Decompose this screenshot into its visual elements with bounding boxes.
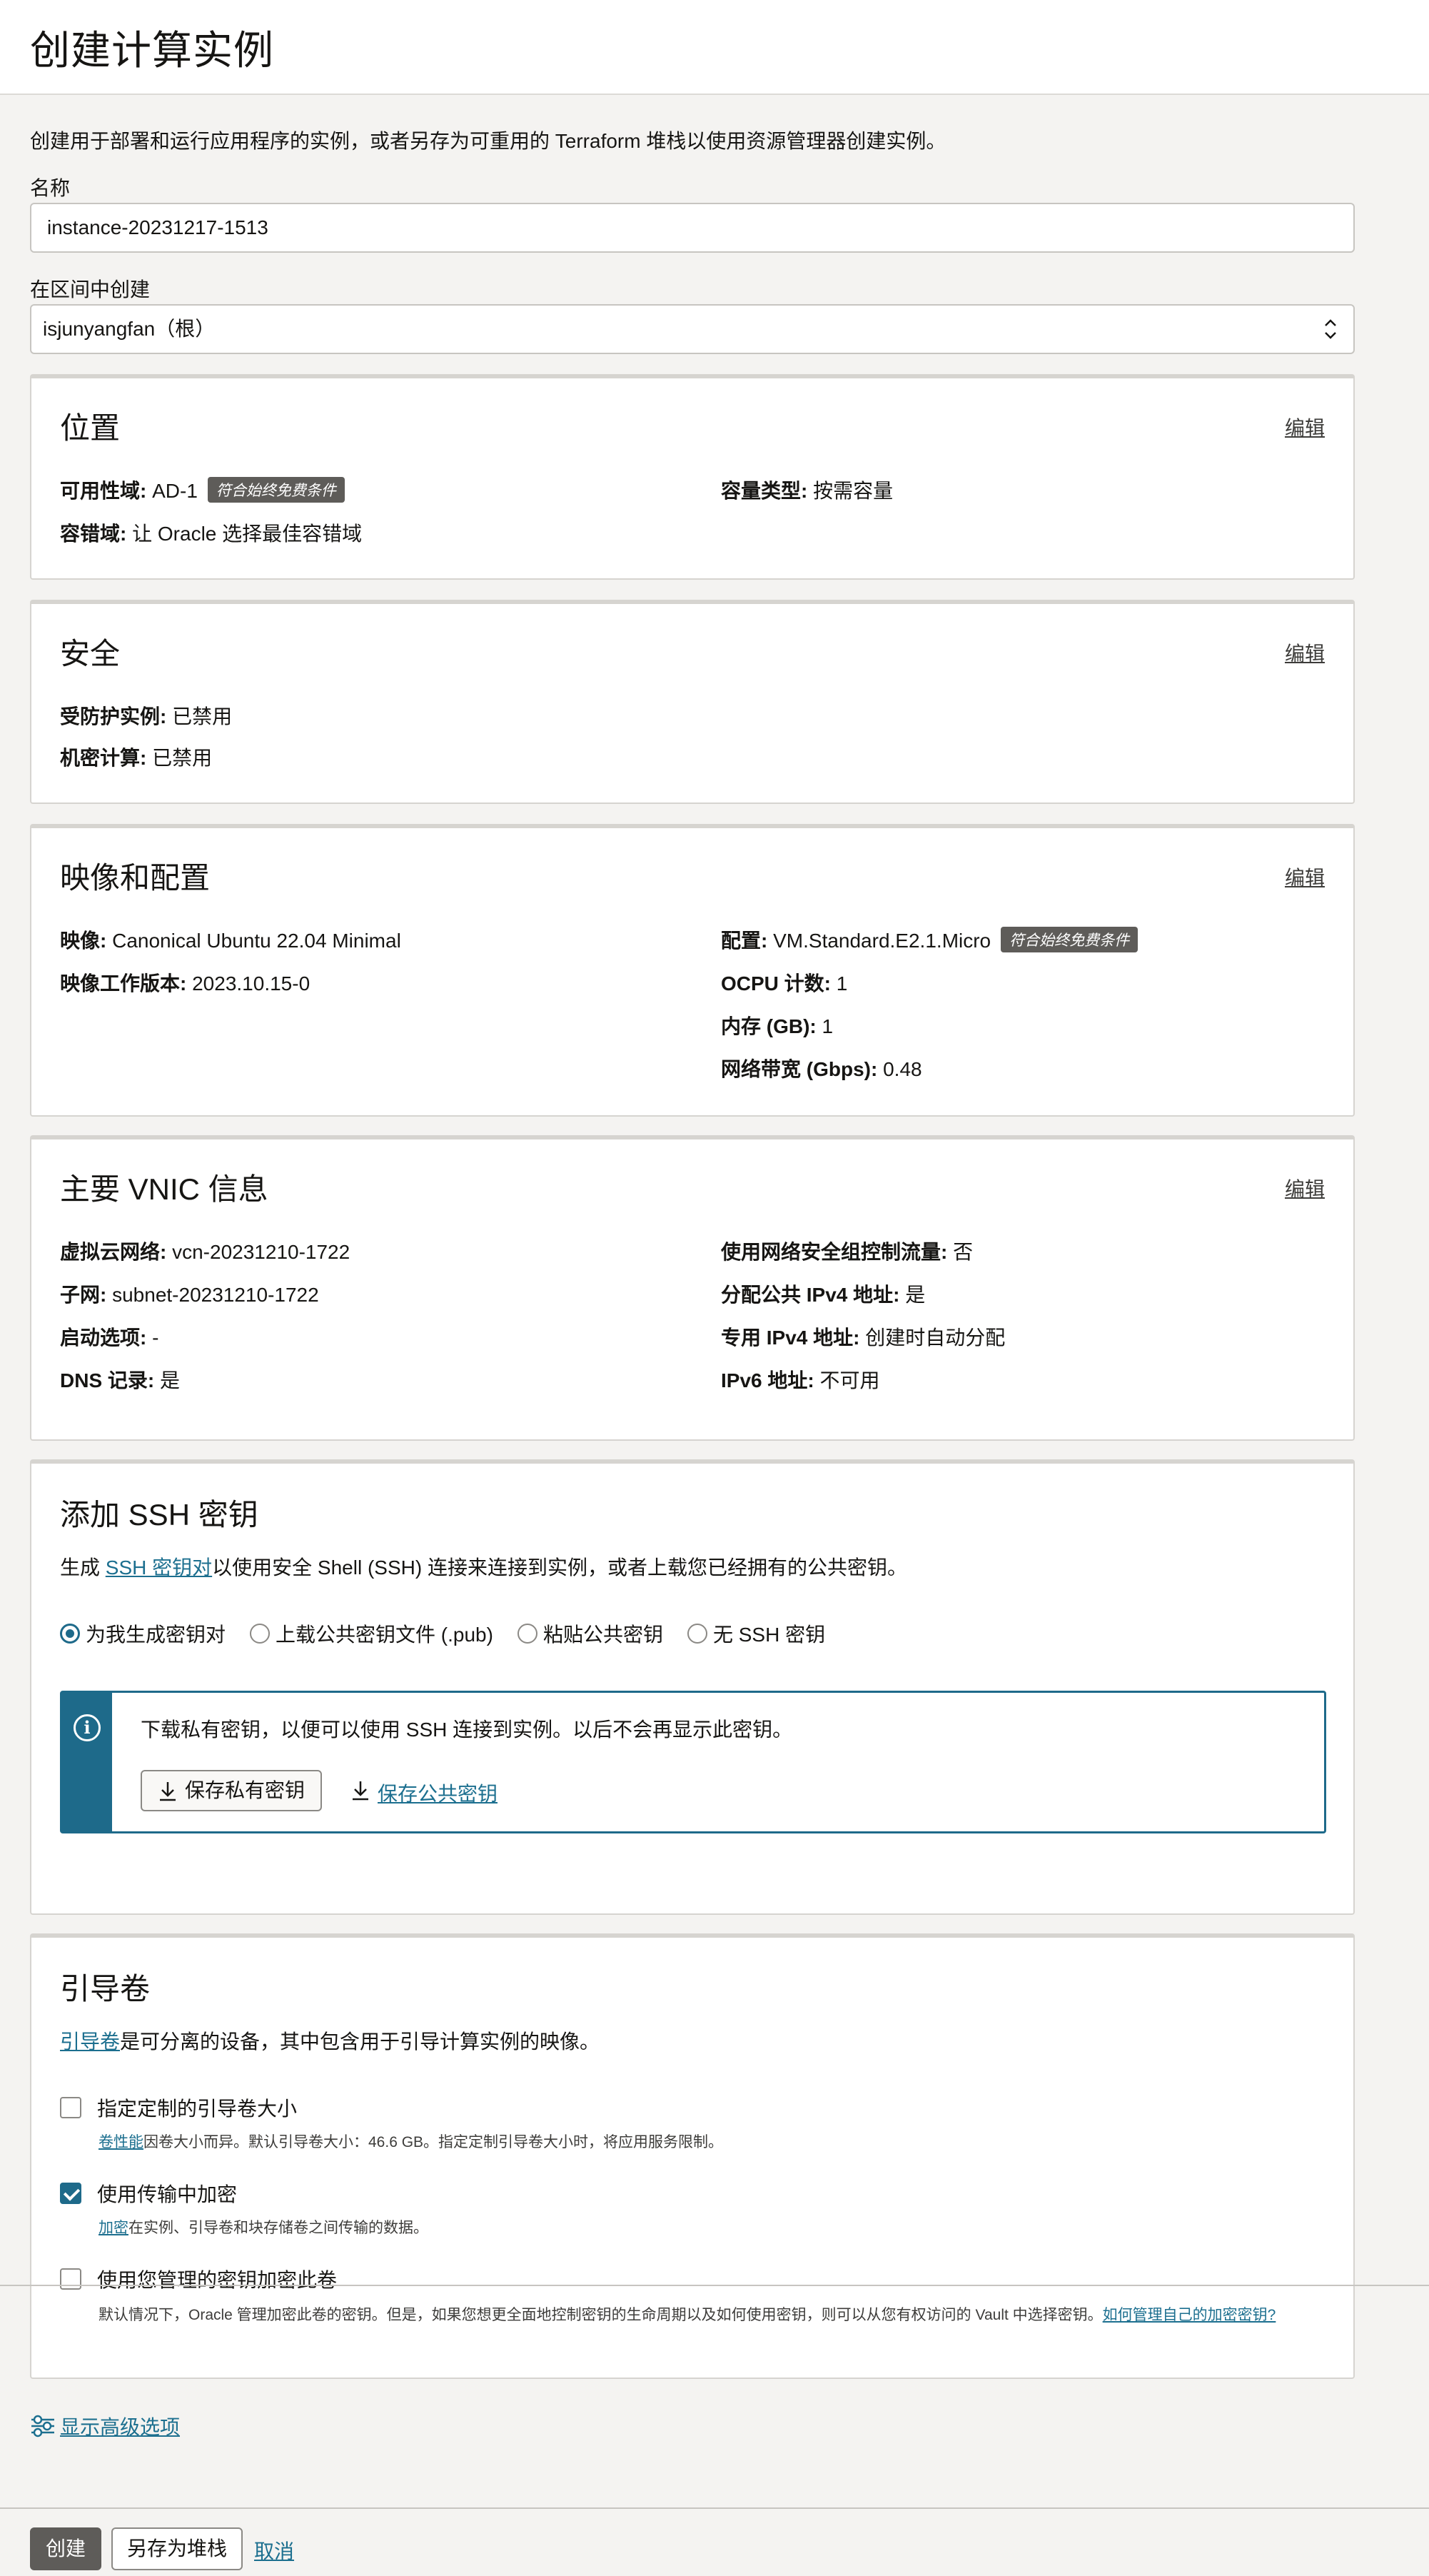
save-private-key-button[interactable]: 保存私有密钥 [141,1770,323,1811]
manage-keys-link[interactable]: 如何管理自己的加密密钥? [1103,2307,1276,2323]
compartment-value: isjunyangfan（根） [43,318,216,340]
dns-record: DNS 记录: 是 [60,1369,181,1392]
placement-title: 位置 [60,411,121,445]
custom-size-checkbox[interactable] [60,2097,81,2118]
compartment-select[interactable]: isjunyangfan（根） [30,304,1355,354]
sliders-icon [31,2415,54,2437]
image-build: 映像工作版本: 2023.10.15-0 [60,972,310,995]
chevron-up-down-icon [1325,319,1336,339]
boot-volume-card: 引导卷 引导卷是可分离的设备，其中包含用于引导计算实例的映像。 指定定制的引导卷… [30,1933,1355,2379]
ssh-title: 添加 SSH 密钥 [60,1498,258,1531]
volume-performance-link[interactable]: 卷性能 [99,2134,143,2150]
fault-domain: 容错域: 让 Oracle 选择最佳容错域 [60,523,363,545]
placement-card: 位置 编辑 可用性域: AD-1 符合始终免费条件 容量类型: 按需容量 容错域:… [30,374,1355,580]
security-card: 安全 编辑 受防护实例: 已禁用 机密计算: 已禁用 [30,600,1355,804]
confidential-computing: 机密计算: 已禁用 [60,747,213,769]
own-key-help: 默认情况下，Oracle 管理加密此卷的密钥。但是，如果您想更全面地控制密钥的生… [99,2307,1276,2323]
private-ip-info: 专用 IPv4 地址: 创建时自动分配 [721,1327,1006,1349]
image-info: 映像: Canonical Ubuntu 22.04 Minimal [60,930,401,952]
show-advanced-options[interactable]: 显示高级选项 [30,2412,180,2440]
capacity-type: 容量类型: 按需容量 [721,480,894,502]
custom-size-option[interactable]: 指定定制的引导卷大小 [60,2093,297,2122]
ssh-info-box: i 下载私有密钥，以便可以使用 SSH 连接到实例。以后不会再显示此密钥。 保存… [60,1691,1326,1833]
custom-size-help: 卷性能因卷大小而异。默认引导卷大小：46.6 GB。指定定制引导卷大小时，将应用… [99,2134,724,2150]
memory-gb: 内存 (GB): 1 [721,1015,834,1037]
subnet-info: 子网: subnet-20231210-1722 [60,1284,319,1306]
placement-edit-link[interactable]: 编辑 [1285,413,1325,441]
image-shape-edit-link[interactable]: 编辑 [1285,862,1325,891]
transit-encryption-option[interactable]: 使用传输中加密 [60,2179,237,2208]
create-button[interactable]: 创建 [30,2527,102,2570]
info-icon: i [74,1714,101,1741]
public-ip-info: 分配公共 IPv4 地址: 是 [721,1284,926,1306]
page-intro: 创建用于部署和运行应用程序的实例，或者另存为可重用的 Terraform 堆栈以… [30,130,946,152]
security-title: 安全 [60,637,121,670]
ssh-description: 生成 SSH 密钥对以使用安全 Shell (SSH) 连接来连接到实例，或者上… [60,1556,907,1579]
ssh-keypair-link[interactable]: SSH 密钥对 [106,1556,212,1579]
shape-info: 配置: VM.Standard.E2.1.Micro 符合始终免费条件 [721,925,1138,954]
page-header: 创建计算实例 [0,0,1429,95]
download-icon [353,1781,368,1801]
vnic-title: 主要 VNIC 信息 [60,1172,268,1206]
ocpu-count: OCPU 计数: 1 [721,972,848,995]
ssh-card: 添加 SSH 密钥 生成 SSH 密钥对以使用安全 Shell (SSH) 连接… [30,1459,1355,1915]
page-title: 创建计算实例 [30,28,274,73]
security-edit-link[interactable]: 编辑 [1285,638,1325,667]
compartment-label: 在区间中创建 [30,278,151,301]
vnic-card: 主要 VNIC 信息 编辑 虚拟云网络: vcn-20231210-1722 子… [30,1135,1355,1441]
ssh-option-paste[interactable]: 粘贴公共密钥 [517,1619,663,1648]
image-shape-title: 映像和配置 [60,861,211,895]
boot-volume-link[interactable]: 引导卷 [60,2031,120,2053]
always-free-badge: 符合始终免费条件 [207,477,345,503]
launch-options: 启动选项: - [60,1327,159,1349]
download-icon [160,1782,176,1801]
own-key-checkbox[interactable] [60,2268,81,2290]
always-free-badge: 符合始终免费条件 [1001,927,1138,952]
name-label: 名称 [30,177,71,199]
encryption-link[interactable]: 加密 [99,2220,128,2236]
shielded-instance: 受防护实例: 已禁用 [60,705,233,728]
nsg-info: 使用网络安全组控制流量: 否 [721,1241,974,1263]
name-input[interactable] [30,203,1355,253]
network-bandwidth: 网络带宽 (Gbps): 0.48 [721,1058,922,1080]
transit-encryption-checkbox[interactable] [60,2183,81,2204]
boot-volume-description: 引导卷是可分离的设备，其中包含用于引导计算实例的映像。 [60,2031,600,2053]
vcn-info: 虚拟云网络: vcn-20231210-1722 [60,1241,350,1263]
ssh-option-generate[interactable]: 为我生成密钥对 [60,1619,226,1648]
ssh-option-group: 为我生成密钥对 上载公共密钥文件 (.pub) 粘贴公共密钥 无 SSH 密钥 [60,1619,825,1648]
ipv6-info: IPv6 地址: 不可用 [721,1369,880,1392]
footer-bar: 创建 另存为堆栈 取消 [0,2507,1429,2576]
transit-encryption-help: 加密在实例、引导卷和块存储卷之间传输的数据。 [99,2220,428,2236]
save-public-key-link[interactable]: 保存公共密钥 [378,1778,498,1807]
vnic-edit-link[interactable]: 编辑 [1285,1174,1325,1202]
divider [0,2285,1429,2286]
ssh-option-none[interactable]: 无 SSH 密钥 [687,1619,825,1648]
ssh-info-text: 下载私有密钥，以便可以使用 SSH 连接到实例。以后不会再显示此密钥。 [141,1719,793,1741]
image-shape-card: 映像和配置 编辑 映像: Canonical Ubuntu 22.04 Mini… [30,824,1355,1117]
save-as-stack-button[interactable]: 另存为堆栈 [111,2527,243,2570]
boot-volume-title: 引导卷 [60,1972,151,2006]
cancel-link[interactable]: 取消 [254,2536,294,2565]
ssh-option-upload[interactable]: 上载公共密钥文件 (.pub) [250,1619,493,1648]
own-key-option[interactable]: 使用您管理的密钥加密此卷 [60,2265,337,2293]
availability-domain: 可用性域: AD-1 符合始终免费条件 [60,476,345,504]
